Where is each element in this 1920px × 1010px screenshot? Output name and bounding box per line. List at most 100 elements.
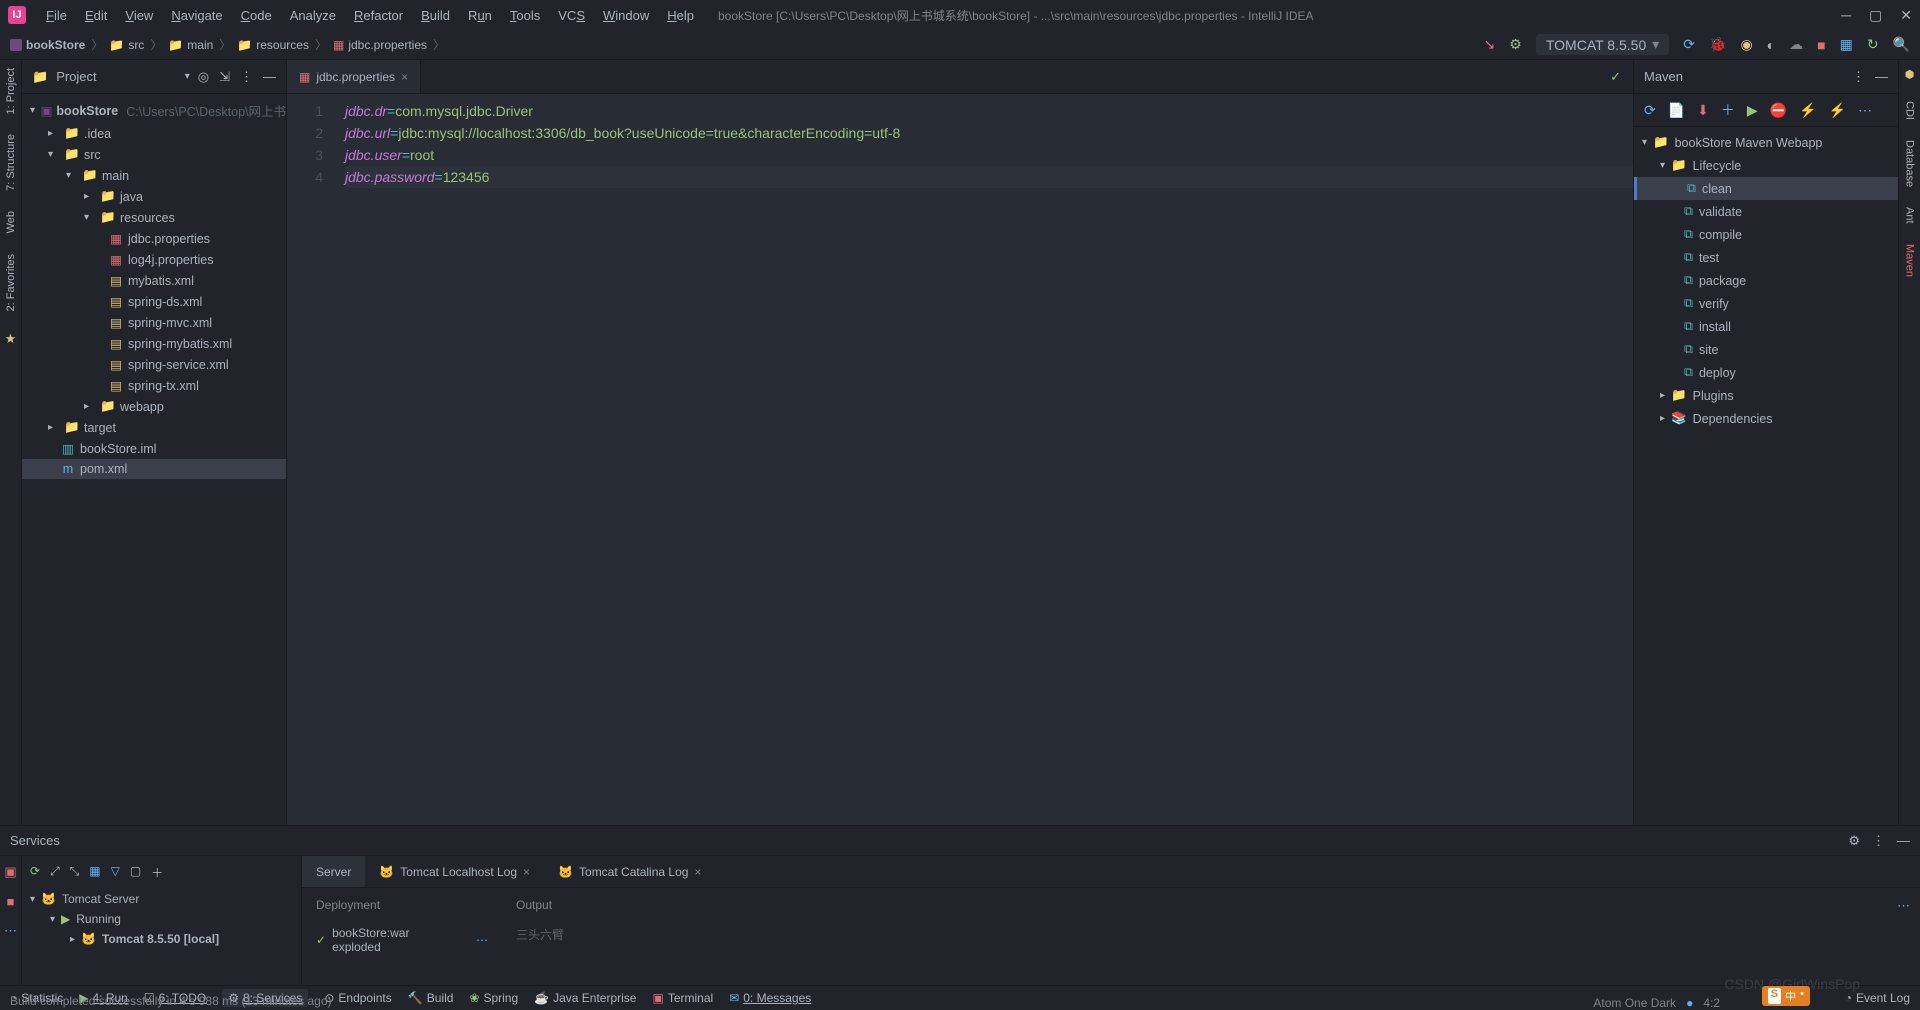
services-more-icon[interactable]: ⋮ [1872, 833, 1885, 849]
expand-icon[interactable]: ⤢ [50, 864, 60, 881]
bottom-build[interactable]: 🔨 Build [408, 991, 454, 1005]
menu-window[interactable]: Window [595, 4, 657, 27]
tab-maven[interactable]: Maven [1904, 244, 1916, 277]
deploy-more-icon[interactable]: ⋯ [476, 933, 488, 947]
editor-tab-jdbc[interactable]: ▦ jdbc.properties × [287, 60, 421, 93]
maven-deploy[interactable]: ⧉deploy [1634, 361, 1898, 384]
skip-icon[interactable]: ⛔ [1770, 102, 1787, 119]
maven-root[interactable]: ▾📁bookStore Maven Webapp [1634, 131, 1898, 154]
maven-verify[interactable]: ⧉verify [1634, 292, 1898, 315]
menu-navigate[interactable]: Navigate [163, 4, 230, 27]
services-stop-icon[interactable]: ■ [7, 894, 15, 909]
tree-log4j[interactable]: ▦log4j.properties [22, 249, 286, 270]
tree-mybatis[interactable]: ▤mybatis.xml [22, 270, 286, 291]
generate-icon[interactable]: 📄 [1668, 102, 1685, 119]
tree-springmvc[interactable]: ▤spring-mvc.xml [22, 312, 286, 333]
menu-tools[interactable]: Tools [502, 4, 548, 27]
maximize-button[interactable]: ▢ [1869, 7, 1882, 24]
service-tomcat[interactable]: ▾🐱Tomcat Server [30, 889, 293, 909]
settings-icon[interactable]: ⋮ [240, 69, 253, 85]
maven-deps[interactable]: ▸📚Dependencies [1634, 407, 1898, 430]
tab-ant[interactable]: Ant [1904, 207, 1916, 224]
breadcrumb-src[interactable]: 📁src [109, 38, 144, 52]
code-editor[interactable]: 1234 jdbc.dr=com.mysql.jdbc.Driver jdbc.… [287, 94, 1633, 825]
grid-icon[interactable]: ▦ [89, 864, 100, 881]
build-icon[interactable]: ↘ [1484, 36, 1496, 53]
stab-server[interactable]: Server [302, 856, 365, 887]
maven-clean[interactable]: ⧉clean [1634, 177, 1898, 200]
tree-webapp[interactable]: ▸📁webapp [22, 396, 286, 417]
coverage-icon[interactable]: ◉ [1740, 36, 1752, 53]
tree-src[interactable]: ▾📁src [22, 144, 286, 165]
maven-compile[interactable]: ⧉compile [1634, 223, 1898, 246]
menu-build[interactable]: Build [413, 4, 458, 27]
breadcrumb-bookstore[interactable]: bookStore [10, 38, 85, 52]
output-more-icon[interactable]: ⋯ [1897, 898, 1910, 913]
maven-hide-icon[interactable]: — [1875, 69, 1888, 85]
stab-catalina[interactable]: 🐱Tomcat Catalina Log× [544, 856, 715, 887]
service-running[interactable]: ▾▶Running [30, 909, 293, 929]
add-service-icon[interactable]: ＋ [151, 864, 163, 881]
offline-icon[interactable]: ⚡ [1799, 102, 1816, 119]
services-hide-icon[interactable]: — [1897, 833, 1910, 849]
tree-springservice[interactable]: ▤spring-service.xml [22, 354, 286, 375]
chevron-down-icon[interactable]: ▾ [185, 71, 190, 82]
maven-lifecycle[interactable]: ▾📁Lifecycle [1634, 154, 1898, 177]
ime-badge[interactable]: S 中 • [1762, 986, 1810, 1006]
run-config-selector[interactable]: TOMCAT 8.5.50▾ [1536, 34, 1669, 55]
hide-icon[interactable]: — [263, 69, 276, 85]
tree-resources[interactable]: ▾📁resources [22, 207, 286, 228]
locate-icon[interactable]: ◎ [198, 69, 209, 85]
tree-pom[interactable]: mpom.xml [22, 459, 286, 479]
tree-root[interactable]: ▾▣bookStoreC:\Users\PC\Desktop\网上书 [22, 98, 286, 123]
concurrency-icon[interactable]: ☁ [1789, 36, 1803, 53]
bottom-spring[interactable]: ❀ Spring [469, 991, 518, 1005]
debug-icon[interactable]: 🐞 [1709, 36, 1726, 53]
tab-project[interactable]: 1: Project [5, 68, 17, 114]
new-icon[interactable]: ▢ [130, 864, 141, 881]
run-config-icon[interactable]: ⚙ [1509, 36, 1522, 53]
collapse-all-icon[interactable]: ⤡ [70, 864, 80, 881]
tree-idea[interactable]: ▸📁.idea [22, 123, 286, 144]
thunder-icon[interactable]: ⚡ [1829, 102, 1846, 119]
play-icon[interactable]: ▶ [1747, 102, 1758, 119]
status-theme[interactable]: Atom One Dark [1593, 996, 1676, 1010]
inspection-ok-icon[interactable]: ✓ [1598, 60, 1633, 93]
reload-icon[interactable]: ⟳ [1644, 102, 1656, 119]
maven-site[interactable]: ⧉site [1634, 338, 1898, 361]
bottom-eventlog[interactable]: ◔ Event Log [1845, 991, 1910, 1005]
tree-springds[interactable]: ▤spring-ds.xml [22, 291, 286, 312]
rerun-icon[interactable]: ⟳ [30, 864, 40, 881]
close-button[interactable]: ✕ [1900, 7, 1912, 24]
menu-file[interactable]: File [38, 4, 75, 27]
bottom-je[interactable]: ☕ Java Enterprise [534, 991, 636, 1005]
maven-plugins[interactable]: ▸📁Plugins [1634, 384, 1898, 407]
collapse-icon[interactable]: ⇲ [219, 69, 230, 85]
update-icon[interactable]: ↻ [1867, 36, 1879, 53]
menu-edit[interactable]: Edit [77, 4, 115, 27]
menu-analyze[interactable]: Analyze [282, 4, 344, 27]
breadcrumb-main[interactable]: 📁main [168, 38, 213, 52]
refresh-icon[interactable]: ⟳ [1683, 36, 1695, 53]
tab-database[interactable]: Database [1904, 140, 1916, 187]
tab-favorites[interactable]: 2: Favorites [5, 254, 17, 311]
filter-icon[interactable]: ▽ [111, 864, 120, 881]
tree-target[interactable]: ▸📁target [22, 417, 286, 438]
maven-validate[interactable]: ⧉validate [1634, 200, 1898, 223]
maven-install[interactable]: ⧉install [1634, 315, 1898, 338]
tree-java[interactable]: ▸📁java [22, 186, 286, 207]
bottom-endpoints[interactable]: ⊙ Endpoints [324, 991, 391, 1005]
tab-cdi[interactable]: CDI [1904, 101, 1916, 120]
menu-refactor[interactable]: Refactor [346, 4, 411, 27]
services-gear-icon[interactable]: ⚙ [1848, 833, 1860, 849]
git-icon[interactable]: ▦ [1840, 36, 1853, 53]
menu-code[interactable]: Code [233, 4, 280, 27]
breadcrumb-resources[interactable]: 📁resources [237, 38, 309, 52]
stop-icon[interactable]: ■ [1817, 37, 1825, 53]
tree-springmybatis[interactable]: ▤spring-mybatis.xml [22, 333, 286, 354]
tree-jdbc[interactable]: ▦jdbc.properties [22, 228, 286, 249]
more-icon[interactable]: ⋯ [1858, 102, 1872, 119]
menu-vcs[interactable]: VCS [550, 4, 593, 27]
close-icon[interactable]: × [401, 70, 408, 84]
tree-iml[interactable]: ▥bookStore.iml [22, 438, 286, 459]
